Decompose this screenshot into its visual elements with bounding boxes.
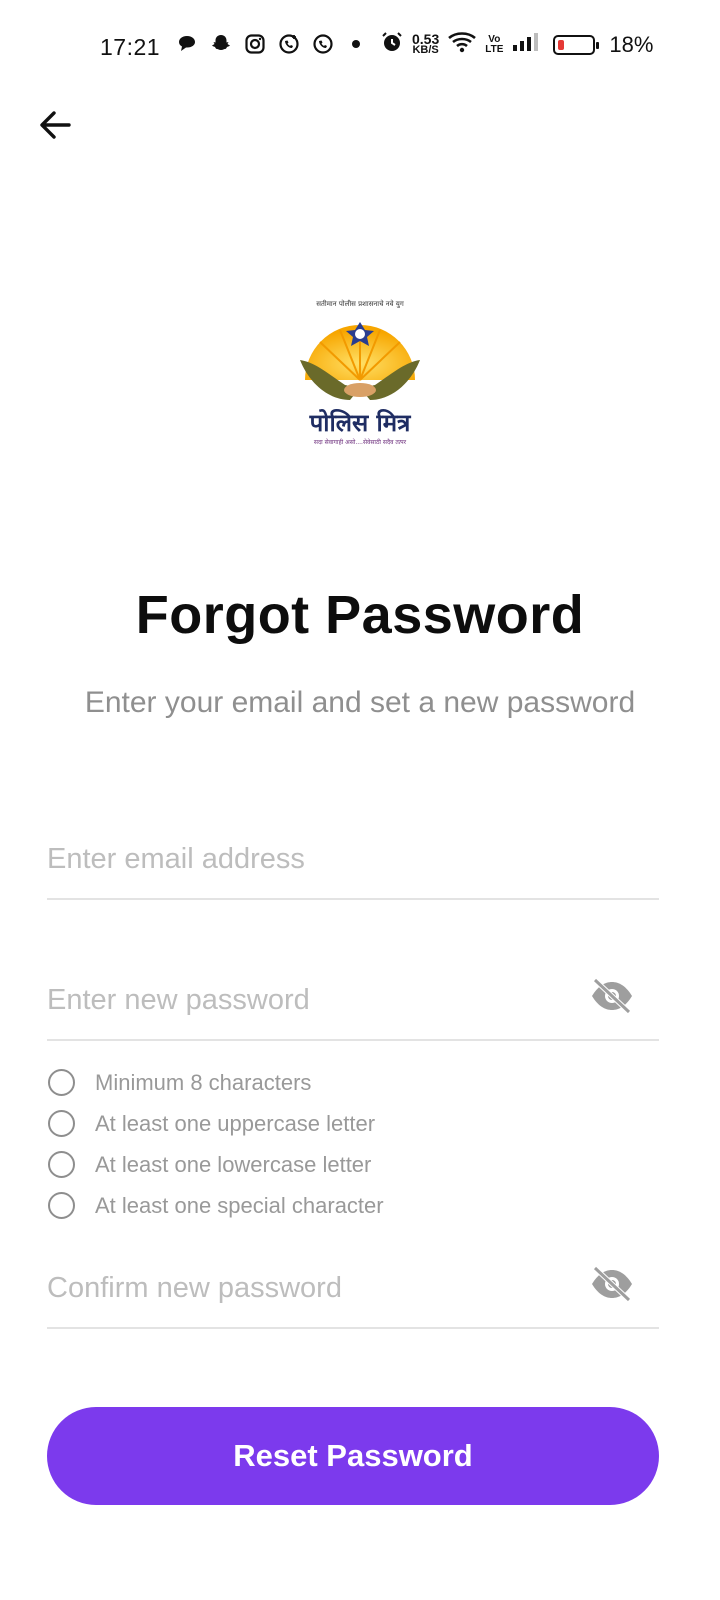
battery-icon: [553, 34, 600, 55]
back-button[interactable]: [32, 102, 78, 148]
eye-off-icon: [592, 978, 632, 1014]
notification-icons: [176, 33, 360, 55]
email-field[interactable]: [47, 843, 587, 876]
requirement-min-length: Minimum 8 characters: [48, 1062, 384, 1103]
alarm-icon: [380, 30, 404, 59]
requirement-status-indicator: [48, 1110, 75, 1137]
page-subtitle: Enter your email and set a new password: [84, 686, 636, 719]
requirement-special-char: At least one special character: [48, 1185, 384, 1226]
confirm-password-field-container: [47, 1239, 659, 1329]
status-bar: 17:21 0.53 KB/S Vo LTE 18%: [0, 0, 720, 96]
arrow-left-icon: [40, 111, 71, 139]
instagram-icon: [244, 33, 266, 55]
requirement-lowercase: At least one lowercase letter: [48, 1144, 384, 1185]
confirm-password-field[interactable]: [47, 1272, 587, 1305]
chat-icon: [176, 33, 198, 55]
police-mitra-logo: सतीमान पोलीस प्रशासनाचे नवे युग पोलिस मि…: [290, 300, 430, 450]
logo-name: पोलिस मित्र: [309, 409, 411, 437]
more-notifications-dot: [352, 40, 360, 48]
logo-emblem: [300, 322, 420, 400]
page-title: Forgot Password: [135, 585, 585, 645]
reset-password-button[interactable]: Reset Password: [47, 1407, 659, 1505]
battery-level: [558, 39, 565, 50]
battery-percent: 18%: [609, 31, 654, 57]
password-requirements: Minimum 8 characters At least one upperc…: [48, 1062, 384, 1226]
status-time: 17:21: [100, 34, 161, 60]
network-speed: 0.53 KB/S: [412, 30, 440, 56]
system-status-icons: 0.53 KB/S Vo LTE 18%: [380, 30, 653, 59]
volte-indicator: Vo LTE: [485, 33, 504, 55]
whatsapp-business-icon: [278, 33, 300, 55]
toggle-confirm-password-visibility[interactable]: [589, 1265, 635, 1303]
snapchat-icon: [210, 33, 232, 55]
requirement-uppercase: At least one uppercase letter: [48, 1103, 384, 1144]
email-field-container: [47, 810, 659, 900]
requirement-status-indicator: [48, 1151, 75, 1178]
logo-tagline: सदा सेवागाही असो....सेवेसाठी सदैव तत्पर: [313, 439, 407, 446]
toggle-new-password-visibility[interactable]: [589, 977, 635, 1015]
logo-arc-text: सतीमान पोलीस प्रशासनाचे नवे युग: [316, 300, 404, 308]
wifi-icon: [447, 30, 477, 59]
reset-password-label: Reset Password: [233, 1438, 473, 1473]
requirement-status-indicator: [48, 1192, 75, 1219]
signal-icon: [511, 31, 541, 58]
eye-off-icon: [592, 1266, 632, 1302]
new-password-field[interactable]: [47, 984, 587, 1017]
new-password-field-container: [47, 951, 659, 1041]
whatsapp-icon: [312, 33, 334, 55]
requirement-status-indicator: [48, 1069, 75, 1096]
